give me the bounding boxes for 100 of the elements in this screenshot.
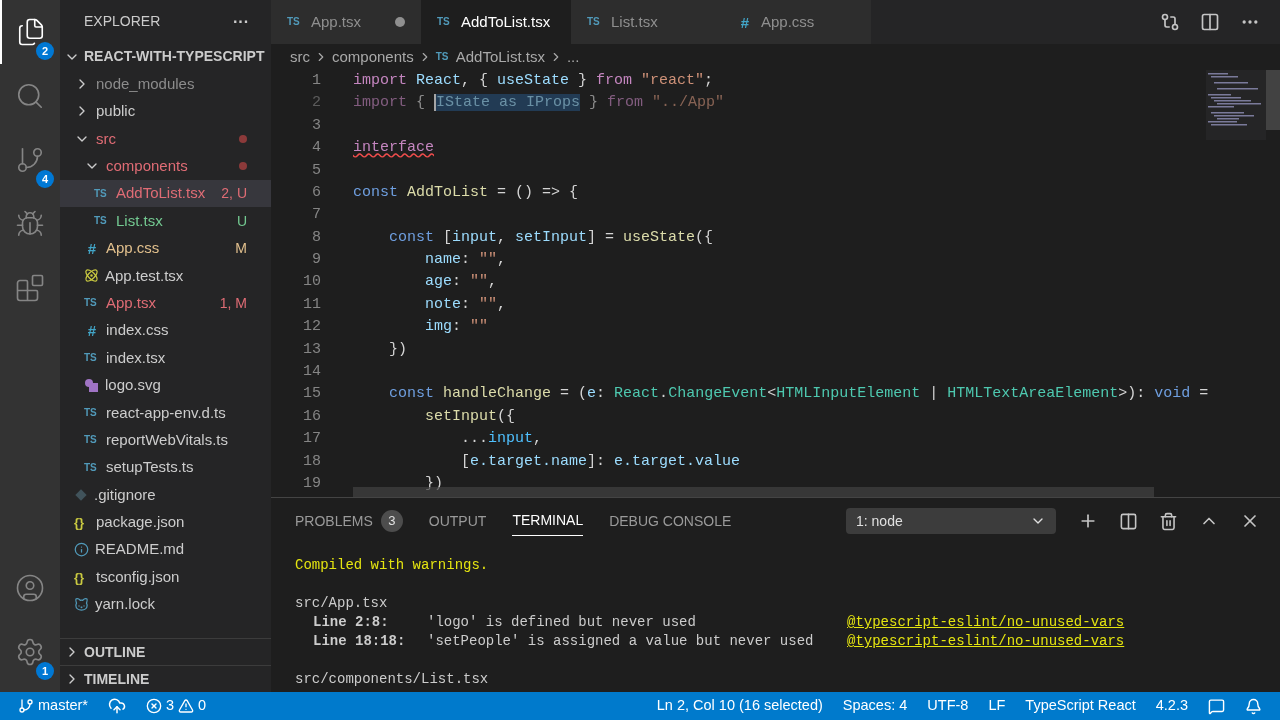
code-line: import { IState as IProps } from "../App"	[353, 93, 725, 114]
warning-location: Line 18:18:	[313, 632, 407, 651]
warning-message: 'setPeople' is assigned a value but never used	[427, 632, 815, 651]
warning-message: 'logo' is defined but never used	[427, 613, 697, 632]
folder-item[interactable]: src	[60, 125, 271, 153]
activity-tab[interactable]: 1	[0, 620, 60, 684]
breadcrumb-item[interactable]: AddToList.tsx	[455, 45, 545, 69]
breadcrumb-more[interactable]: ...	[566, 45, 580, 69]
hash-icon: #	[84, 240, 100, 256]
folder-item[interactable]: public	[60, 97, 271, 126]
hash-icon: #	[737, 14, 753, 30]
code-line: name: "",	[424, 250, 507, 271]
file-item[interactable]: yarn.lock	[60, 590, 271, 619]
line-number: 5	[311, 160, 321, 181]
file-item[interactable]: TS index.tsx	[60, 344, 271, 372]
file-item[interactable]: {} tsconfig.json	[60, 563, 271, 591]
line-number: 13	[302, 339, 321, 360]
folder-item[interactable]: components	[60, 152, 271, 180]
typescript-icon: TS	[587, 17, 603, 27]
typescript-icon: TS	[94, 188, 110, 199]
line-number: 2	[311, 93, 321, 114]
code-line: ...input,	[460, 429, 543, 450]
vertical-scrollbar[interactable]	[1266, 70, 1280, 130]
breadcrumb-item[interactable]: src	[290, 45, 310, 69]
code-line: })	[388, 339, 407, 360]
file-item[interactable]: .gitignore	[60, 481, 271, 509]
info-icon	[74, 542, 89, 558]
terminal-select[interactable]: 1: node	[846, 508, 1056, 534]
status-item[interactable]: Ln 2, Col 10 (16 selected)	[656, 695, 823, 717]
status-item[interactable]: UTF-8	[927, 695, 969, 717]
status-item[interactable]: Spaces: 4	[842, 695, 908, 717]
file-item[interactable]: README.md	[60, 536, 271, 564]
count-badge: 4	[36, 170, 54, 188]
line-number: 19	[302, 474, 321, 494]
code-line: note: "",	[424, 294, 507, 315]
compare-changes-icon[interactable]	[1160, 12, 1180, 32]
panel-tab[interactable]: DEBUG CONSOLE	[609, 506, 732, 536]
editor-tab[interactable]: TS AddToList.tsx	[421, 0, 571, 44]
status-item[interactable]: 4.2.3	[1155, 695, 1188, 717]
typescript-icon: TS	[84, 298, 100, 309]
editor-tab[interactable]: TS List.tsx	[571, 0, 721, 44]
line-number: 11	[302, 294, 321, 315]
panel-tab[interactable]: OUTPUT	[428, 506, 487, 536]
code-line: setInput({	[424, 406, 516, 427]
file-item[interactable]: TS reportWebVitals.ts	[60, 426, 271, 454]
file-item[interactable]: TS List.tsx U	[60, 207, 271, 235]
typescript-icon: TS	[84, 462, 100, 473]
panel-tab[interactable]: PROBLEMS 3	[295, 506, 403, 536]
split-terminal-icon[interactable]	[1119, 511, 1138, 531]
problems-indicator[interactable]: 3 0	[145, 695, 207, 717]
editor-tab[interactable]: TS App.tsx	[271, 0, 421, 44]
feedback-icon[interactable]	[1208, 697, 1225, 715]
code-line: import React, { useState } from "react";	[353, 70, 714, 91]
activity-tab[interactable]: 4	[0, 128, 60, 192]
code-line: img: ""	[424, 317, 489, 338]
git-status: U	[236, 211, 247, 231]
git-status: 1, M	[219, 293, 247, 313]
typescript-icon: TS	[437, 17, 453, 27]
file-item[interactable]: App.test.tsx	[60, 262, 271, 290]
branch-indicator[interactable]: master*	[18, 695, 88, 717]
project-header[interactable]: REACT-WITH-TYPESCRIPT	[60, 43, 271, 71]
file-item[interactable]: # App.css M	[60, 234, 271, 263]
file-item[interactable]: # index.css	[60, 316, 271, 345]
code-line: age: "",	[424, 272, 498, 293]
code-line: const AddToList = () => {	[353, 182, 579, 203]
git-status: M	[235, 238, 247, 258]
cloud-upload-icon[interactable]	[107, 697, 126, 715]
split-editor-icon[interactable]	[1200, 12, 1220, 32]
run-debug-icon	[15, 209, 45, 239]
file-item[interactable]: {} package.json	[60, 508, 271, 537]
warning-icon	[178, 698, 195, 714]
line-number: 10	[302, 272, 321, 293]
terminal-file-path: src/components/List.tsx	[295, 670, 489, 689]
section-header[interactable]: OUTLINE	[60, 638, 271, 665]
count-badge: 1	[36, 662, 54, 680]
editor-tab[interactable]: # App.css	[721, 0, 871, 44]
typescript-icon: TS	[84, 435, 100, 446]
bell-icon[interactable]	[1245, 697, 1262, 715]
rule-link[interactable]: @typescript-eslint/no-unused-vars	[847, 613, 1125, 632]
file-item[interactable]: TS App.tsx 1, M	[60, 289, 271, 317]
cat-icon	[74, 597, 89, 612]
status-item[interactable]: TypeScript React	[1025, 695, 1136, 717]
file-item[interactable]: logo.svg	[60, 371, 271, 400]
rule-link[interactable]: @typescript-eslint/no-unused-vars	[847, 632, 1125, 651]
file-item[interactable]: TS react-app-env.d.ts	[60, 399, 271, 427]
delete-icon[interactable]	[1159, 511, 1178, 531]
code-line: interface	[353, 138, 434, 159]
code-line: [e.target.name]: e.target.value	[460, 451, 741, 472]
more-actions-button[interactable]: ···	[233, 9, 249, 34]
file-item[interactable]: TS AddToList.tsx 2, U	[60, 179, 271, 208]
folder-item[interactable]: node_modules	[60, 70, 271, 98]
line-number: 8	[311, 227, 321, 248]
panel-tab[interactable]: TERMINAL	[512, 506, 584, 536]
file-item[interactable]: TS setupTests.ts	[60, 453, 271, 482]
status-item[interactable]: LF	[988, 695, 1006, 717]
line-number: 4	[311, 138, 321, 159]
breadcrumb-item[interactable]: components	[332, 45, 414, 69]
line-number: 3	[311, 115, 321, 136]
git-status: 2, U	[221, 184, 247, 204]
extensions-icon	[15, 273, 45, 303]
